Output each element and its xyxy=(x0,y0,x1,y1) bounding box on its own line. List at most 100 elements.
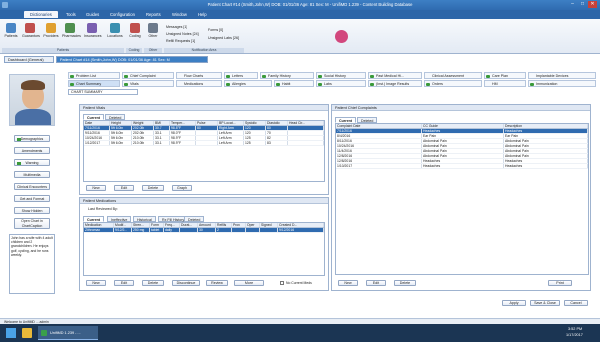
nav-implantable-devices[interactable]: Implantable Devices xyxy=(528,72,596,79)
vitals-new-button[interactable]: New xyxy=(86,185,106,191)
messages-link[interactable]: Messages [1] xyxy=(166,25,187,29)
refill-requests-link[interactable]: Refill Requests [1] xyxy=(166,39,195,43)
nav-habit[interactable]: Habit xyxy=(274,80,314,87)
medications-table: Medication Modif... Stren... Form Freq..… xyxy=(83,222,325,276)
menu-tools[interactable]: Tools xyxy=(60,11,82,18)
cc-new-button[interactable]: New xyxy=(338,280,358,286)
locations-button[interactable]: Locations xyxy=(107,23,123,48)
camera-icon[interactable] xyxy=(335,30,348,43)
vitals-graph-button[interactable]: Graph xyxy=(172,185,192,191)
check-icon xyxy=(17,137,21,141)
nav-vitals[interactable]: Vitals xyxy=(122,80,174,87)
cc-delete-button[interactable]: Delete xyxy=(394,280,416,286)
vitals-edit-button[interactable]: Edit xyxy=(114,185,134,191)
nav-social-history[interactable]: Social History xyxy=(316,72,366,79)
cancel-button[interactable]: Cancel xyxy=(564,300,588,306)
forms-link[interactable]: Forms [0] xyxy=(208,28,223,32)
nav-past-medical-history[interactable]: Past Medical Hi... xyxy=(368,72,422,79)
nav-chart-summary[interactable]: Chart Summary xyxy=(68,80,120,87)
check-icon xyxy=(318,82,322,86)
close-button[interactable]: ✕ xyxy=(588,1,597,8)
vitals-delete-button[interactable]: Delete xyxy=(142,185,164,191)
open-chart-button[interactable]: Open Chart in ChartCaption xyxy=(14,218,50,229)
minimize-button[interactable]: – xyxy=(568,1,577,8)
nav-labs[interactable]: Labs xyxy=(316,80,366,87)
check-icon xyxy=(318,74,322,78)
nav-problem-list[interactable]: Problem List xyxy=(68,72,120,79)
meds-delete-button[interactable]: Delete xyxy=(142,280,164,286)
complaints-table: Complaint Date CC Guide Description 7/11… xyxy=(335,123,589,275)
menu-help[interactable]: Help xyxy=(192,11,213,18)
show-hidden-button[interactable]: Show Hidden xyxy=(14,207,50,214)
windows-start-icon[interactable] xyxy=(6,328,16,338)
unsigned-notes-link[interactable]: Unsigned Notes [24] xyxy=(166,32,199,36)
amendments-button[interactable]: Amendments xyxy=(14,147,50,154)
chart-summary-field[interactable]: CHART SUMMARY xyxy=(68,89,138,95)
menu-reports[interactable]: Reports xyxy=(140,11,167,18)
apply-button[interactable]: Apply xyxy=(502,300,526,306)
guarantors-button[interactable]: Guarantors xyxy=(22,23,40,48)
meds-more-button[interactable]: More xyxy=(234,280,264,286)
insurances-icon xyxy=(87,23,97,33)
menu-dictionaries[interactable]: Dictionaries xyxy=(24,11,58,18)
coding-button[interactable]: Coding xyxy=(127,23,143,48)
multimedia-button[interactable]: Multimedia xyxy=(14,171,50,178)
other-button[interactable]: Other xyxy=(145,23,161,48)
cc-edit-button[interactable]: Edit xyxy=(366,280,386,286)
clinical-encounters-button[interactable]: Clinical Encounters xyxy=(14,183,50,190)
check-icon xyxy=(276,82,280,86)
cc-print-button[interactable]: Print xyxy=(548,280,572,286)
no-current-meds-checkbox[interactable] xyxy=(280,281,284,285)
maximize-button[interactable]: □ xyxy=(578,1,587,8)
nav-care-plan[interactable]: Care Plan xyxy=(484,72,526,79)
check-icon xyxy=(262,74,266,78)
check-icon xyxy=(124,82,128,86)
patients-button[interactable]: Patients xyxy=(3,23,19,48)
locations-icon xyxy=(110,23,120,33)
tab-dashboard[interactable]: Dashboard (General) xyxy=(4,56,54,63)
nav-clinical-assessment[interactable]: Clinical Assessment xyxy=(424,72,482,79)
unsigned-labs-link[interactable]: Unsigned Labs [26] xyxy=(208,36,239,40)
check-icon xyxy=(486,74,490,78)
nav-immunization[interactable]: Immunization xyxy=(528,80,596,87)
get-format-button[interactable]: Get and Format xyxy=(14,195,50,202)
nav-chief-complaint[interactable]: Chief Complaint xyxy=(122,72,174,79)
menu-window[interactable]: Window xyxy=(166,11,193,18)
table-row[interactable]: 1/10/2017 Headaches Headaches xyxy=(336,164,588,169)
nav-family-history[interactable]: Family History xyxy=(260,72,314,79)
meds-edit-button[interactable]: Edit xyxy=(114,280,134,286)
nav-flow-charts[interactable]: Flow Charts xyxy=(176,72,222,79)
check-icon xyxy=(70,82,74,86)
save-close-button[interactable]: Save & Close xyxy=(530,300,560,306)
nav-medications[interactable]: Medications xyxy=(176,80,222,87)
group-label-notifications: Notification Area xyxy=(164,48,244,53)
table-row[interactable]: 1/12/2017 5ft 6.0in 210.0lb 33.1 98.9°F Left … xyxy=(84,141,324,146)
meds-discontinue-button[interactable]: Discontinue xyxy=(172,280,200,286)
check-icon xyxy=(226,82,230,86)
nav-allergies[interactable]: Allergies xyxy=(224,80,272,87)
providers-button[interactable]: Providers xyxy=(43,23,59,48)
patient-note[interactable]: John has a wife with 4 adult children an… xyxy=(9,234,55,294)
warning-button[interactable]: Warning xyxy=(14,159,50,166)
nav-image-results[interactable]: (Inst.) Image Results xyxy=(368,80,422,87)
menu-guides[interactable]: Guides xyxy=(80,11,105,18)
meds-new-button[interactable]: New xyxy=(86,280,106,286)
no-current-meds-label: No Current Meds xyxy=(286,281,312,285)
meds-review-button[interactable]: Review xyxy=(206,280,228,286)
menu-configuration[interactable]: Configuration xyxy=(104,11,141,18)
nav-hm[interactable]: HM xyxy=(484,80,526,87)
window-title: Patient Chart #14 (Smith,John,W) DOB: 01… xyxy=(207,2,413,7)
table-row[interactable]: Zithromax 9/12/2... 250 mg tablet daily 30 2 9/… xyxy=(84,228,324,233)
tab-patient-chart[interactable]: Patient Chart #14 (Smith,John,W) DOB: 01… xyxy=(56,56,208,63)
taskbar-app-unifimd[interactable]: UnifiMD 1.239 - ... xyxy=(38,326,98,340)
group-label-other: Other xyxy=(144,48,162,53)
nav-orders[interactable]: Orders xyxy=(424,80,482,87)
complaints-title: Patient Chief Complaints xyxy=(332,105,590,111)
patient-photo xyxy=(9,74,55,126)
pharmacies-button[interactable]: Pharmacies xyxy=(62,23,81,48)
nav-letters[interactable]: Letters xyxy=(224,72,258,79)
demographics-button[interactable]: Demographics xyxy=(14,135,50,142)
insurances-button[interactable]: Insurances xyxy=(84,23,102,48)
file-explorer-icon[interactable] xyxy=(22,328,32,338)
check-icon xyxy=(70,74,74,78)
